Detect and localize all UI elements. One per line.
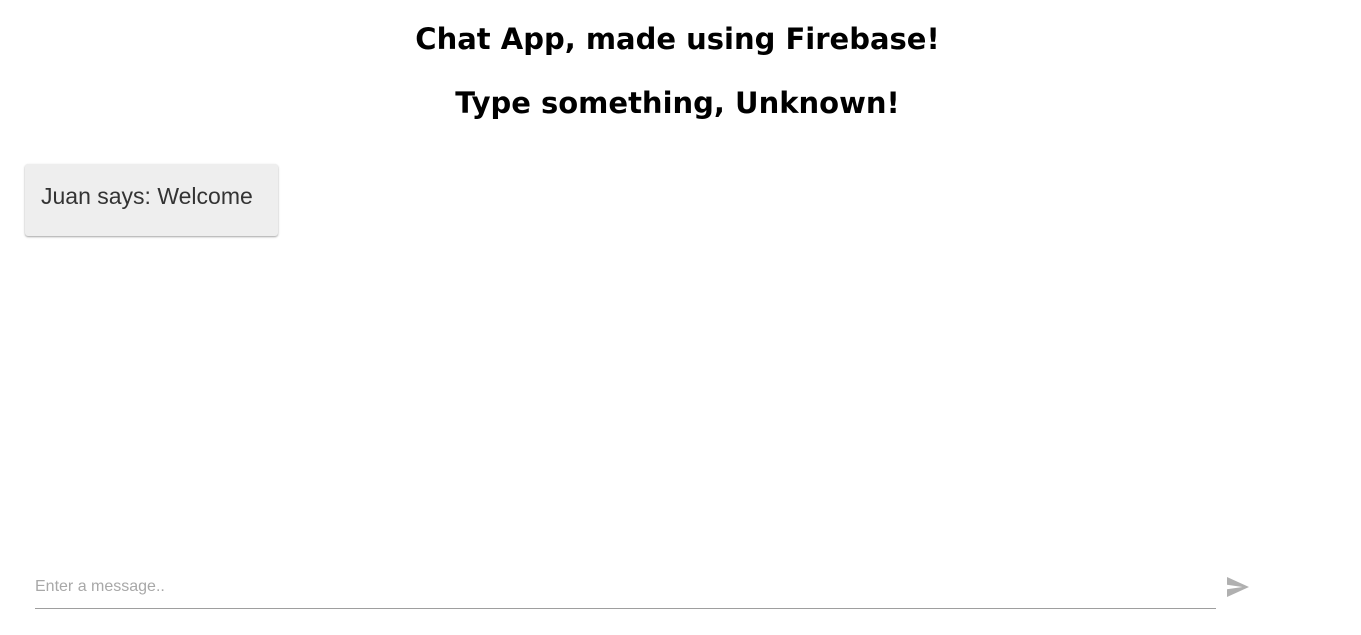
page-title: Chat App, made using Firebase!	[415, 22, 940, 56]
message-list: Juan says: Welcome	[25, 164, 1336, 236]
message-composer	[35, 566, 1216, 610]
send-button[interactable]	[1226, 574, 1254, 600]
message-input[interactable]	[35, 566, 1216, 609]
page-subtitle: Type something, Unknown!	[455, 86, 900, 120]
send-icon	[1227, 577, 1249, 597]
message-bubble: Juan says: Welcome	[25, 164, 278, 236]
